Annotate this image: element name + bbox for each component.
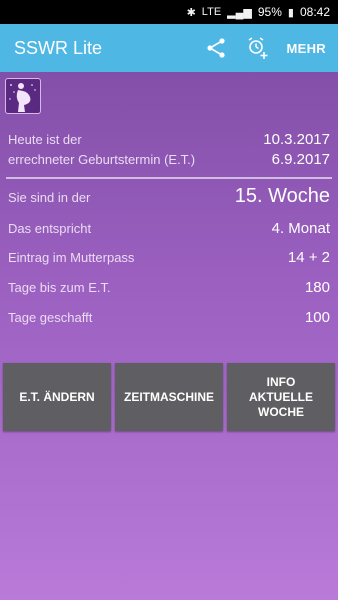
days-left-label: Tage bis zum E.T.: [8, 280, 111, 295]
week-label: Sie sind in der: [8, 190, 91, 205]
days-left-value: 180: [304, 279, 330, 296]
mutterpass-value: 14 + 2: [287, 249, 330, 266]
today-row: Heute ist der 10.3.2017: [8, 131, 330, 148]
week-row: Sie sind in der 15. Woche: [8, 185, 330, 208]
today-value: 10.3.2017: [263, 131, 330, 148]
week-value: 15. Woche: [234, 185, 330, 207]
app-bar: SSWR Lite MEHR: [0, 24, 338, 72]
due-date-value: 6.9.2017: [271, 151, 330, 168]
action-buttons: E.T. ÄNDERN ZEITMASCHINE INFO AKTUELLE W…: [3, 363, 335, 431]
due-date-row: errechneter Geburtstermin (E.T.) 6.9.201…: [8, 151, 330, 168]
today-label: Heute ist der: [8, 132, 82, 147]
bluetooth-icon: ✱: [186, 6, 196, 19]
days-left-row: Tage bis zum E.T. 180: [8, 279, 330, 296]
time-machine-button[interactable]: ZEITMASCHINE: [115, 363, 223, 431]
more-menu-button[interactable]: MEHR: [287, 41, 326, 56]
battery-icon: ▮: [287, 6, 294, 19]
due-date-label: errechneter Geburtstermin (E.T.): [8, 152, 196, 167]
battery-level: 95%: [257, 5, 282, 19]
days-done-label: Tage geschafft: [8, 310, 93, 325]
days-done-row: Tage geschafft 100: [8, 309, 330, 326]
month-label: Das entspricht: [8, 221, 92, 236]
share-icon: [206, 38, 225, 58]
mutterpass-label: Eintrag im Mutterpass: [8, 250, 135, 265]
share-button[interactable]: [195, 24, 237, 72]
days-done-value: 100: [304, 309, 330, 326]
alarm-add-icon: [248, 37, 268, 59]
mutterpass-row: Eintrag im Mutterpass 14 + 2: [8, 249, 330, 266]
network-type: LTE: [201, 6, 222, 18]
clock: 08:42: [299, 5, 330, 19]
current-week-info-button[interactable]: INFO AKTUELLE WOCHE: [227, 363, 335, 431]
add-alarm-button[interactable]: [237, 24, 279, 72]
status-bar: ✱ LTE ▂▄▆ 95% ▮ 08:42: [0, 0, 338, 24]
app-logo: [5, 78, 41, 114]
divider: [6, 177, 332, 179]
change-due-date-button[interactable]: E.T. ÄNDERN: [3, 363, 111, 431]
month-value: 4. Monat: [271, 220, 330, 237]
pregnancy-icon: [9, 83, 36, 112]
app-title: SSWR Lite: [14, 37, 103, 58]
signal-icon: ▂▄▆: [227, 6, 252, 19]
month-row: Das entspricht 4. Monat: [8, 220, 330, 237]
